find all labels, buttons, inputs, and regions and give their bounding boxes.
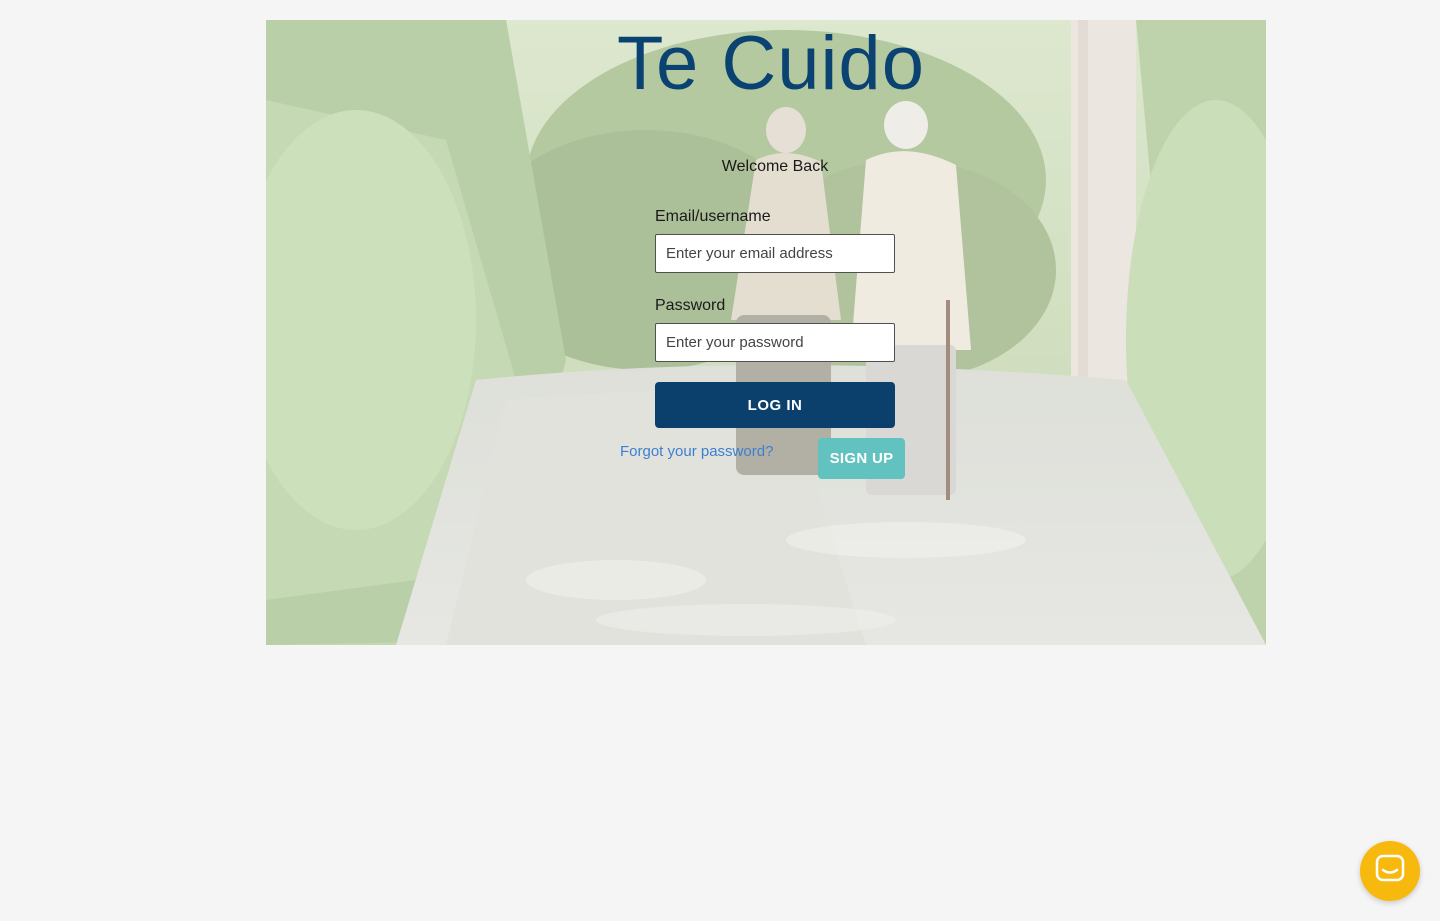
email-label: Email/username (655, 208, 771, 225)
field-spacer (655, 273, 895, 295)
password-label: Password (655, 297, 726, 314)
login-button[interactable]: LOG IN (655, 382, 895, 428)
chat-bubble-icon (1375, 854, 1405, 889)
app-title: Te Cuido (617, 21, 925, 106)
login-hero-panel: Te Cuido Welcome Back Email/username Pas… (266, 20, 1266, 645)
login-form: Email/username Password LOG IN (655, 206, 895, 428)
signup-button[interactable]: SIGN UP (818, 438, 905, 479)
forgot-password-link[interactable]: Forgot your password? (620, 443, 773, 460)
chat-launcher-button[interactable] (1360, 841, 1420, 901)
password-field[interactable] (655, 323, 895, 362)
welcome-heading: Welcome Back (721, 158, 829, 175)
email-field[interactable] (655, 234, 895, 273)
